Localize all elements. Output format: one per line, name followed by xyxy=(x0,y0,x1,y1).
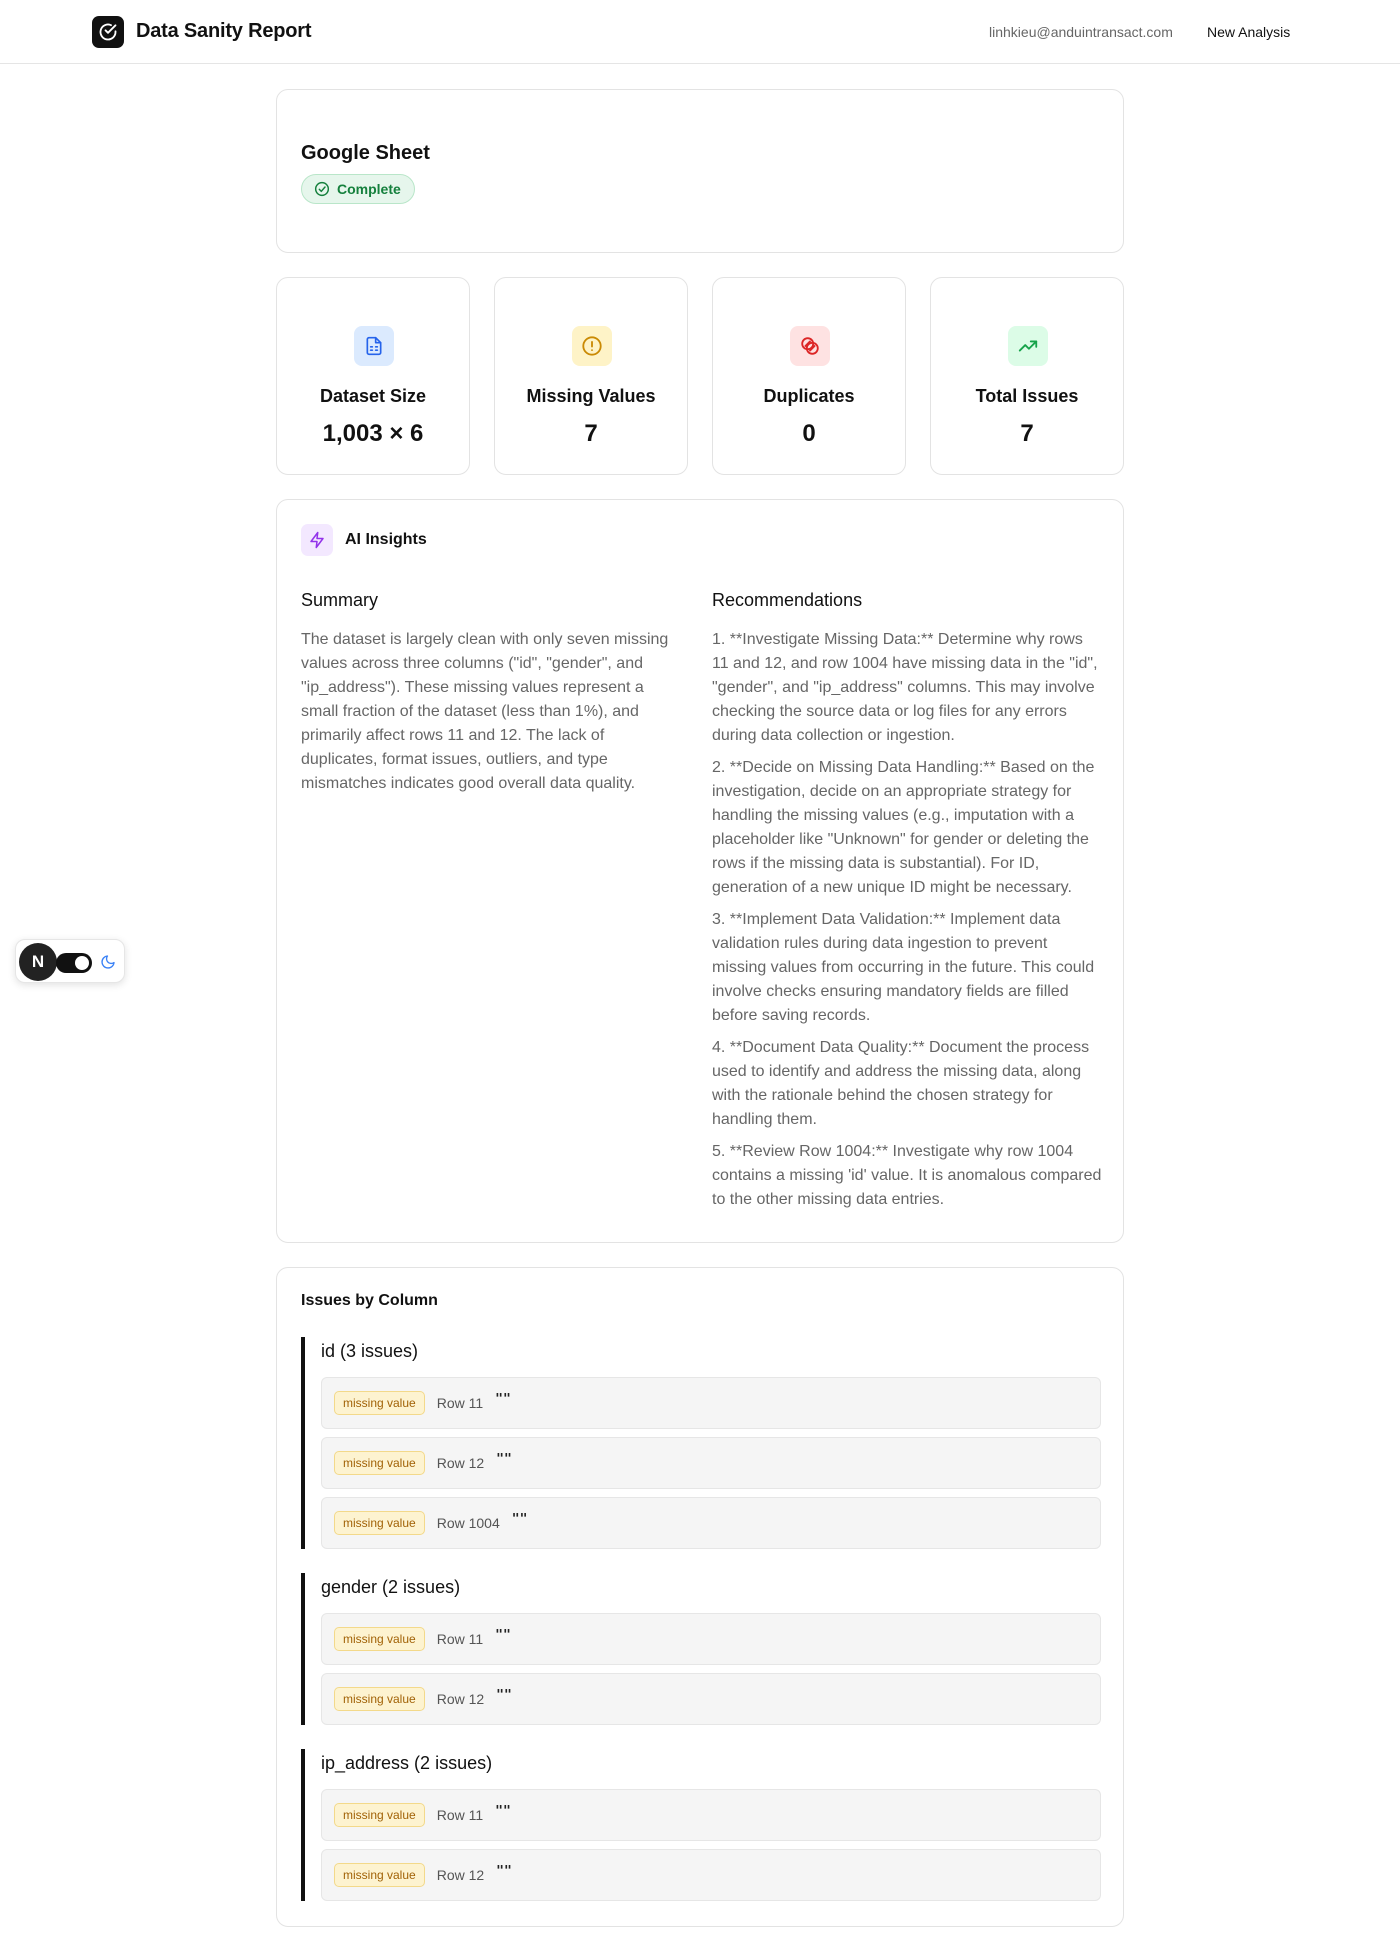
ai-insights-card: AI Insights Summary The dataset is large… xyxy=(276,499,1124,1243)
issue-type-badge: missing value xyxy=(334,1687,425,1711)
user-email: linhkieu@anduintransact.com xyxy=(989,24,1173,40)
stat-label: Missing Values xyxy=(526,386,656,406)
issue-row-number: Row 12 xyxy=(436,1455,485,1471)
toggle-knob xyxy=(75,956,89,970)
alert-circle-icon xyxy=(572,326,612,366)
source-card: Google Sheet Complete xyxy=(276,89,1124,253)
logo-check-icon xyxy=(92,16,124,48)
stat-value: 0 xyxy=(802,420,816,447)
issue-type-badge: missing value xyxy=(334,1803,425,1827)
issue-row: missing value Row 1004 "" xyxy=(321,1497,1101,1549)
issue-row-number: Row 11 xyxy=(436,1395,484,1411)
issue-type-badge: missing value xyxy=(334,1391,425,1415)
issue-row-number: Row 12 xyxy=(436,1691,485,1707)
issue-row: missing value Row 12 "" xyxy=(321,1849,1101,1901)
recommendations-list: 1. **Investigate Missing Data:** Determi… xyxy=(712,628,1102,1220)
recommendation-item: 3. **Implement Data Validation:** Implem… xyxy=(712,911,1095,1024)
issues-title: Issues by Column xyxy=(301,1292,438,1309)
summary-text: The dataset is largely clean with only s… xyxy=(301,631,669,792)
issue-group-title: id (3 issues) xyxy=(321,1341,419,1361)
issue-value: "" xyxy=(495,1803,511,1819)
issue-type-badge: missing value xyxy=(334,1451,425,1475)
check-circle-icon xyxy=(314,181,330,197)
issue-group-gender: gender (2 issues) missing value Row 11 "… xyxy=(301,1573,1101,1725)
issue-row: missing value Row 12 "" xyxy=(321,1437,1101,1489)
summary-heading: Summary xyxy=(301,590,379,610)
stat-label: Duplicates xyxy=(763,386,855,406)
recommendation-item: 4. **Document Data Quality:** Document t… xyxy=(712,1039,1090,1128)
new-analysis-button[interactable]: New Analysis xyxy=(1207,24,1290,40)
stat-card-dataset-size: Dataset Size 1,003 × 6 xyxy=(276,277,470,475)
file-spreadsheet-icon xyxy=(354,326,394,366)
stat-value: 7 xyxy=(584,420,598,447)
issue-value: "" xyxy=(511,1511,528,1527)
stat-card-duplicates: Duplicates 0 xyxy=(712,277,906,475)
issue-group-title: ip_address (2 issues) xyxy=(321,1753,493,1773)
stat-card-total-issues: Total Issues 7 xyxy=(930,277,1124,475)
status-label: Complete xyxy=(337,181,401,197)
stat-value: 1,003 × 6 xyxy=(322,420,424,447)
top-header: Data Sanity Report linhkieu@anduintransa… xyxy=(0,0,1400,64)
stat-card-missing-values: Missing Values 7 xyxy=(494,277,688,475)
issue-row: missing value Row 11 "" xyxy=(321,1789,1101,1841)
source-title: Google Sheet xyxy=(301,142,430,164)
issue-value: "" xyxy=(495,1391,511,1407)
recommendation-item: 1. **Investigate Missing Data:** Determi… xyxy=(712,631,1098,744)
recommendations-heading: Recommendations xyxy=(712,590,863,610)
trending-up-icon xyxy=(1008,326,1048,366)
issue-type-badge: missing value xyxy=(334,1863,425,1887)
issue-row-number: Row 11 xyxy=(436,1631,484,1647)
zap-icon xyxy=(301,524,333,556)
stat-value: 7 xyxy=(1020,420,1034,447)
issue-row: missing value Row 12 "" xyxy=(321,1673,1101,1725)
status-badge: Complete xyxy=(301,174,415,204)
issue-group-id: id (3 issues) missing value Row 11 "" mi… xyxy=(301,1337,1101,1549)
theme-toggle-widget: N xyxy=(15,939,125,983)
issue-value: "" xyxy=(496,1863,512,1879)
issue-value: "" xyxy=(495,1627,511,1643)
issue-value: "" xyxy=(496,1451,512,1467)
issue-row: missing value Row 11 "" xyxy=(321,1377,1101,1429)
ai-insights-title: AI Insights xyxy=(345,531,427,548)
ai-insights-header: AI Insights xyxy=(301,524,427,556)
issue-group-ip-address: ip_address (2 issues) missing value Row … xyxy=(301,1749,1101,1901)
issue-type-badge: missing value xyxy=(334,1511,425,1535)
issue-row-number: Row 11 xyxy=(436,1807,484,1823)
issue-row: missing value Row 11 "" xyxy=(321,1613,1101,1665)
app-title: Data Sanity Report xyxy=(136,20,312,42)
moon-icon[interactable] xyxy=(98,952,118,972)
stat-label: Total Issues xyxy=(975,386,1079,406)
recommendation-item: 2. **Decide on Missing Data Handling:** … xyxy=(712,759,1095,896)
issues-by-column-card: Issues by Column id (3 issues) missing v… xyxy=(276,1267,1124,1927)
recommendation-item: 5. **Review Row 1004:** Investigate why … xyxy=(712,1143,1102,1208)
issue-group-title: gender (2 issues) xyxy=(321,1577,461,1597)
issue-value: "" xyxy=(496,1687,512,1703)
avatar[interactable]: N xyxy=(19,943,57,981)
stat-label: Dataset Size xyxy=(319,386,427,406)
theme-toggle-switch[interactable] xyxy=(56,953,92,973)
copy-icon xyxy=(790,326,830,366)
issue-type-badge: missing value xyxy=(334,1627,425,1651)
issue-row-number: Row 1004 xyxy=(436,1515,500,1531)
issue-row-number: Row 12 xyxy=(436,1867,485,1883)
